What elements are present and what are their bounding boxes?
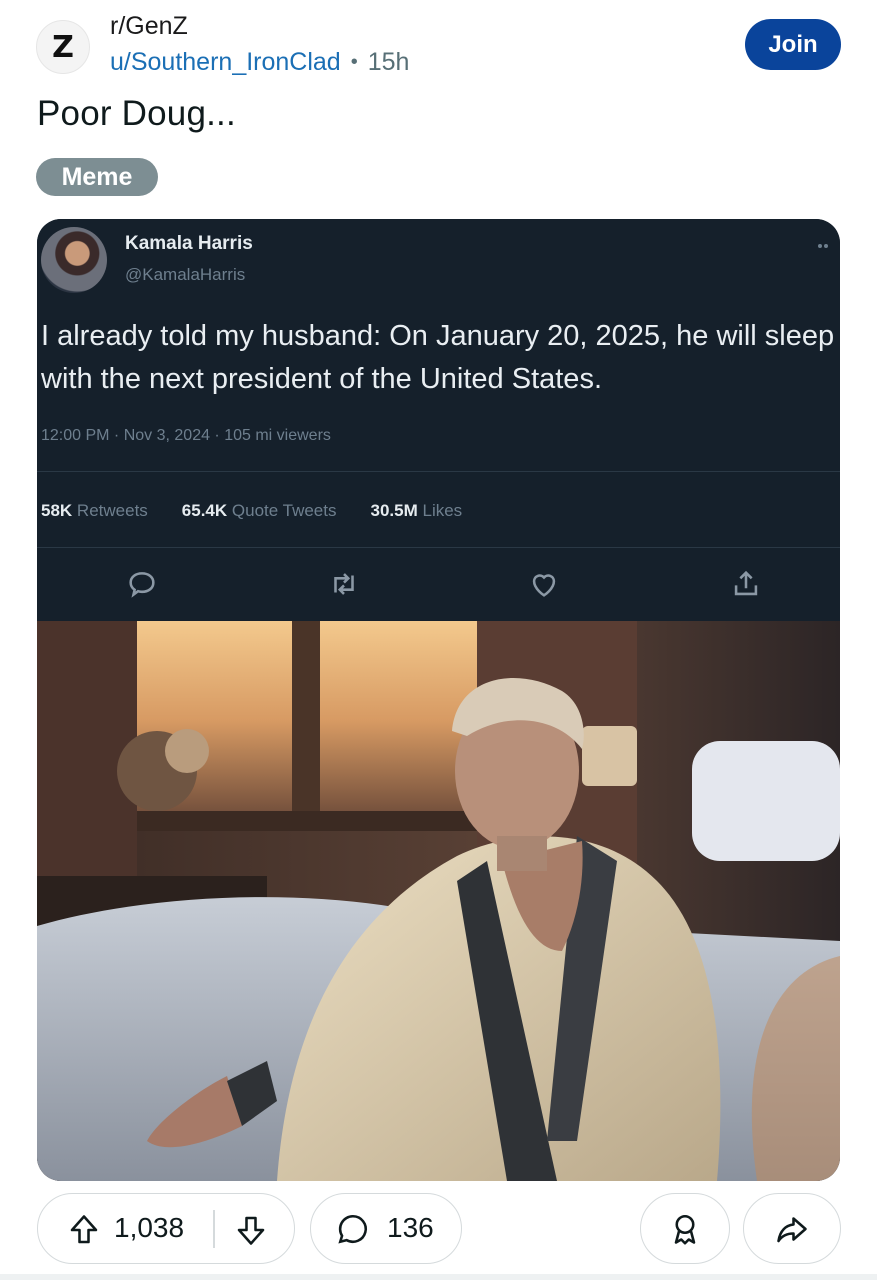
like-icon: [527, 567, 561, 601]
join-button[interactable]: Join: [745, 19, 841, 70]
comments-button[interactable]: 136: [310, 1193, 462, 1264]
vote-bar: 1,038: [37, 1193, 295, 1264]
post-header: Z r/GenZ u/Southern_IronClad • 15h Join: [0, 0, 877, 90]
comment-count: 136: [387, 1212, 434, 1243]
post-age: 15h: [367, 48, 410, 76]
vote-count: 1,038: [114, 1212, 185, 1243]
tweet-share-icon: [729, 567, 763, 601]
comment-icon: [335, 1211, 371, 1247]
share-button[interactable]: [743, 1193, 841, 1264]
stat-likes: 30.5M Likes: [370, 501, 463, 520]
subreddit-avatar-letter: Z: [52, 29, 74, 65]
reply-icon: [125, 567, 159, 601]
post-flair[interactable]: Meme: [36, 158, 158, 196]
tweet-divider: [37, 471, 840, 472]
post-media[interactable]: Kamala Harris @KamalaHarris I already to…: [37, 219, 840, 1181]
tweet-screenshot: Kamala Harris @KamalaHarris I already to…: [37, 219, 840, 621]
retweet-icon: [327, 567, 361, 601]
stat-retweets: 58K Retweets: [41, 501, 148, 520]
tweet-author-name: Kamala Harris: [125, 233, 253, 254]
tweet-meta: 12:00 PM · Nov 3, 2024 · 105 mi viewers: [41, 427, 331, 444]
post-title[interactable]: Poor Doug...: [37, 94, 236, 134]
meta-separator: •: [350, 51, 358, 73]
tweet-stats: 58K Retweets 65.4K Quote Tweets 30.5M Li…: [41, 501, 462, 521]
vote-divider: [213, 1210, 215, 1248]
stat-quote-tweets: 65.4K Quote Tweets: [181, 501, 337, 520]
tweet-actions: [37, 561, 840, 607]
more-icon: [818, 235, 834, 248]
author-link[interactable]: u/Southern_IronClad: [110, 48, 341, 77]
upvote-icon[interactable]: [66, 1212, 102, 1248]
post-photo: [37, 621, 840, 1181]
downvote-icon[interactable]: [233, 1212, 269, 1248]
post-meta: u/Southern_IronClad • 15h: [110, 48, 409, 77]
bottom-divider: [0, 1274, 877, 1280]
tweet-avatar: [41, 227, 107, 293]
share-icon: [774, 1211, 810, 1247]
award-button[interactable]: [640, 1193, 730, 1264]
tweet-text: I already told my husband: On January 20…: [41, 320, 835, 395]
award-icon: [667, 1211, 703, 1247]
tweet-divider: [37, 547, 840, 548]
subreddit-avatar[interactable]: Z: [36, 20, 90, 74]
tweet-author-handle: @KamalaHarris: [125, 265, 246, 284]
subreddit-name[interactable]: r/GenZ: [110, 12, 188, 41]
